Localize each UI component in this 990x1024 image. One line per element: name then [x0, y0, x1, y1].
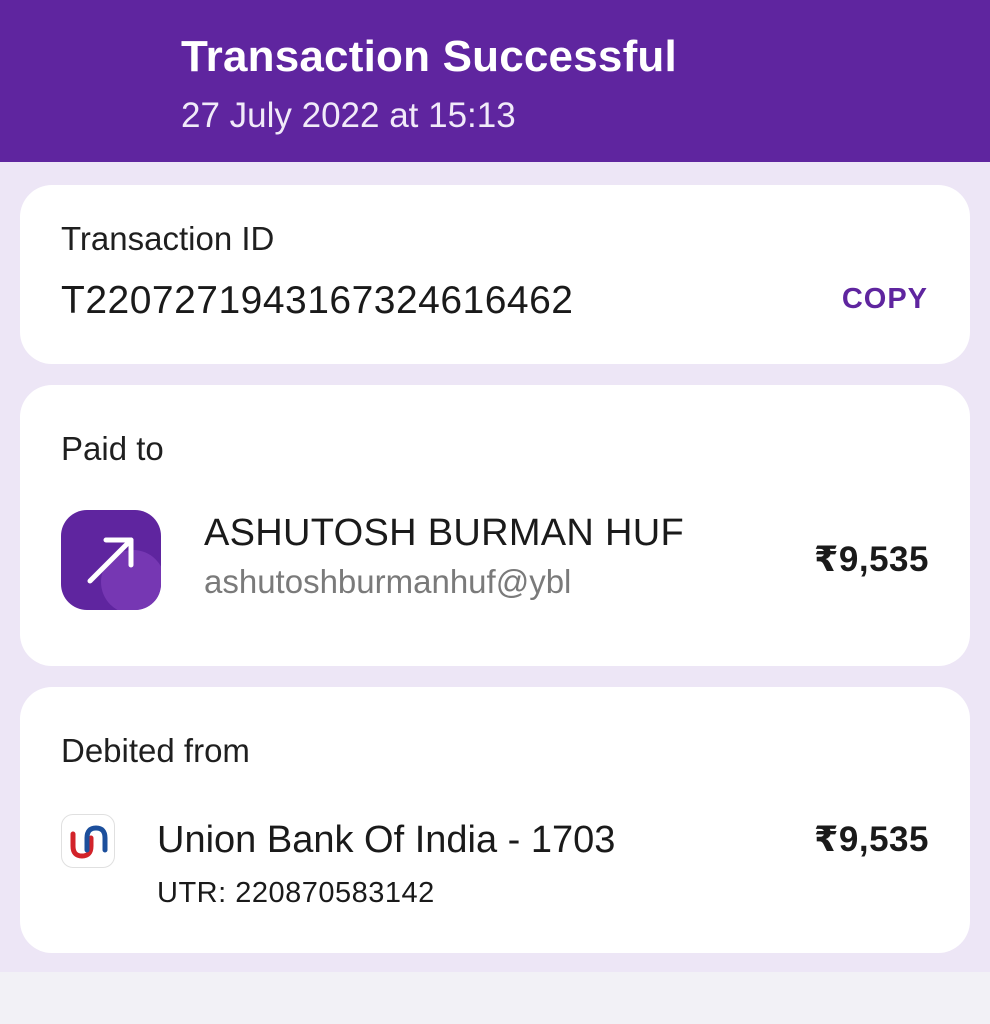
paid-to-label: Paid to — [61, 430, 164, 467]
payee-name: ASHUTOSH BURMAN HUF — [204, 512, 685, 554]
debited-amount: ₹9,535 — [814, 820, 929, 859]
union-bank-logo-icon — [61, 814, 115, 868]
transaction-id-card: Transaction ID T2207271943167324616462 C… — [20, 185, 970, 364]
debited-from-label: Debited from — [61, 732, 250, 769]
transaction-id-label: Transaction ID — [61, 220, 275, 257]
debited-from-card[interactable]: Debited from Union Bank Of India - 1703 … — [20, 687, 970, 953]
paid-to-card[interactable]: Paid to ASHUTOSH BURMAN HUF ashutoshburm… — [20, 385, 970, 666]
arrow-up-right-icon — [61, 510, 161, 610]
header-bar: Transaction Successful 27 July 2022 at 1… — [0, 0, 990, 162]
transaction-id-value: T2207271943167324616462 — [61, 279, 574, 322]
bank-account-name: Union Bank Of India - 1703 — [157, 819, 616, 861]
paid-amount: ₹9,535 — [814, 540, 929, 579]
transaction-datetime: 27 July 2022 at 15:13 — [181, 96, 516, 135]
payee-vpa: ashutoshburmanhuf@ybl — [204, 563, 572, 600]
copy-button[interactable]: COPY — [842, 283, 928, 316]
page-title: Transaction Successful — [181, 32, 677, 81]
utr-number: UTR: 220870583142 — [157, 877, 435, 909]
